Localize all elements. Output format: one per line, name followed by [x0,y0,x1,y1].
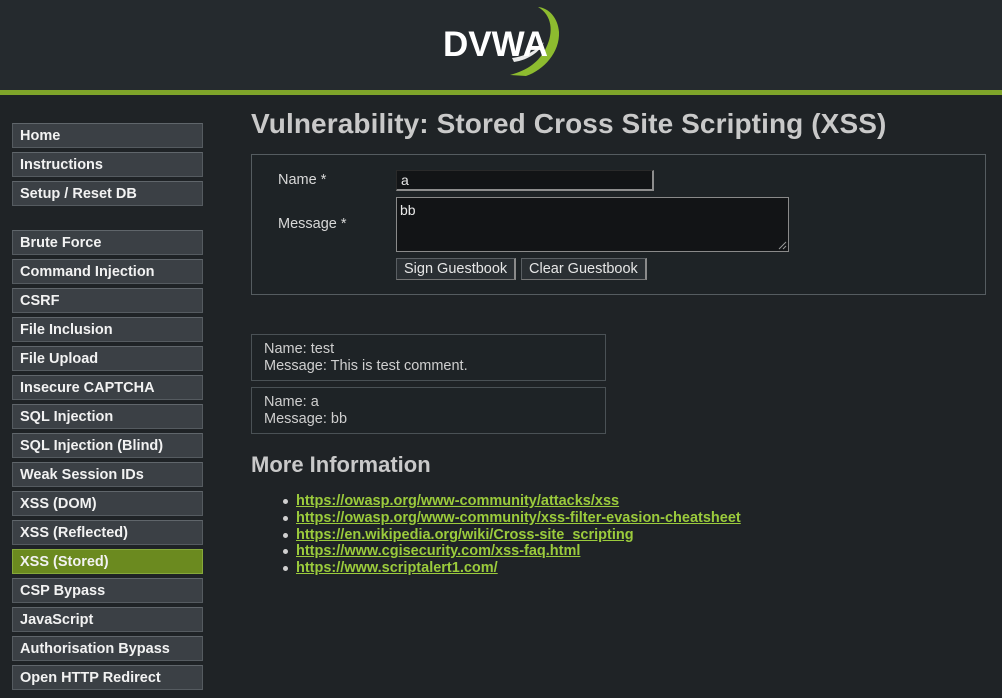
more-information-heading: More Information [251,452,431,477]
link-owasp-xss[interactable]: https://owasp.org/www-community/attacks/… [296,493,619,509]
entry-name: Name: a [264,394,319,410]
header-accent-bar [0,90,1002,95]
sidebar-item-csp-bypass[interactable]: CSP Bypass [12,578,203,603]
header: DVWA [0,0,1002,90]
sidebar-item-open-http-redirect[interactable]: Open HTTP Redirect [12,665,203,690]
sidebar-item-weak-session-ids[interactable]: Weak Session IDs [12,462,203,487]
entry-message: Message: bb [264,411,348,427]
resize-grip-icon[interactable] [778,241,787,250]
entry-message: Message: This is test comment. [264,358,468,374]
sidebar-item-xss-dom[interactable]: XSS (DOM) [12,491,203,516]
list-item: https://owasp.org/www-community/xss-filt… [283,510,741,527]
bullet-icon [283,566,288,572]
bullet-icon [283,549,288,555]
guestbook-entry: Name: a Message: bb [251,387,606,434]
sign-guestbook-button[interactable]: Sign Guestbook [396,258,517,280]
sidebar-item-file-inclusion[interactable]: File Inclusion [12,317,203,342]
sidebar-item-file-upload[interactable]: File Upload [12,346,203,371]
guestbook-form: Name * Message * bb Sign Guestbook Clear… [251,154,986,295]
entry-name: Name: test [264,341,335,357]
svg-text:DVWA: DVWA [443,25,548,64]
dvwa-logo: DVWA [443,7,560,76]
sidebar-item-setup-reset-db[interactable]: Setup / Reset DB [12,181,203,206]
message-label: Message * [278,216,347,232]
link-cgisecurity-xss-faq[interactable]: https://www.cgisecurity.com/xss-faq.html [296,543,580,559]
name-label: Name * [278,172,327,188]
sidebar-item-javascript[interactable]: JavaScript [12,607,203,632]
sidebar-item-authorisation-bypass[interactable]: Authorisation Bypass [12,636,203,661]
bullet-icon [283,499,288,504]
guestbook-entry: Name: test Message: This is test comment… [251,334,606,381]
sidebar-item-xss-reflected[interactable]: XSS (Reflected) [12,520,203,545]
sidebar-item-instructions[interactable]: Instructions [12,152,203,177]
more-information-links: https://owasp.org/www-community/attacks/… [283,493,741,577]
list-item: https://www.scriptalert1.com/ [283,560,741,577]
name-input[interactable] [396,170,654,191]
bullet-icon [283,515,288,521]
sidebar-item-home[interactable]: Home [12,123,203,148]
bullet-icon [283,532,288,538]
link-scriptalert1[interactable]: https://www.scriptalert1.com/ [296,560,498,576]
message-textarea[interactable]: bb [396,197,789,252]
sidebar-item-brute-force[interactable]: Brute Force [12,230,203,255]
sidebar-item-xss-stored[interactable]: XSS (Stored) [12,549,203,574]
list-item: https://www.cgisecurity.com/xss-faq.html [283,543,741,560]
link-wikipedia-xss[interactable]: https://en.wikipedia.org/wiki/Cross-site… [296,527,634,543]
list-item: https://owasp.org/www-community/attacks/… [283,493,741,510]
sidebar-item-insecure-captcha[interactable]: Insecure CAPTCHA [12,375,203,400]
link-owasp-xss-filter-evasion[interactable]: https://owasp.org/www-community/xss-filt… [296,510,741,526]
sidebar-item-csrf[interactable]: CSRF [12,288,203,313]
clear-guestbook-button[interactable]: Clear Guestbook [521,258,647,280]
sidebar-item-sql-injection-blind[interactable]: SQL Injection (Blind) [12,433,203,458]
list-item: https://en.wikipedia.org/wiki/Cross-site… [283,527,741,544]
page-title: Vulnerability: Stored Cross Site Scripti… [251,108,887,139]
sidebar-item-command-injection[interactable]: Command Injection [12,259,203,284]
sidebar-item-sql-injection[interactable]: SQL Injection [12,404,203,429]
